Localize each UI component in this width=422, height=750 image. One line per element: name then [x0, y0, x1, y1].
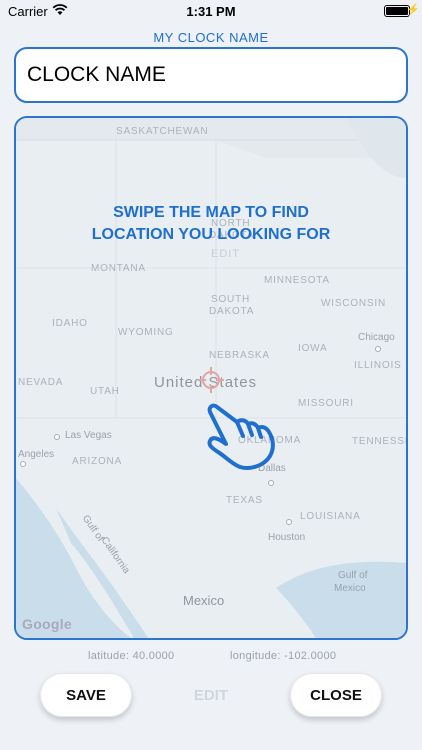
- map-dot-houston: [286, 519, 292, 525]
- longitude-readout: longitude: -102.0000: [230, 650, 337, 662]
- map-dot-las-vegas: [54, 434, 60, 440]
- charging-bolt-icon: ⚡: [406, 4, 420, 16]
- map-label-arizona: ARIZONA: [72, 456, 123, 467]
- map-label-las-vegas: Las Vegas: [65, 430, 112, 441]
- map-label-gulf-of-mexico-1: Gulf of: [338, 570, 368, 581]
- map-dot-angeles: [20, 461, 26, 467]
- map-label-saskatchewan: SASKATCHEWAN: [116, 126, 209, 137]
- map-label-mexico: Mexico: [183, 593, 225, 608]
- clock-name-heading: MY CLOCK NAME: [153, 30, 269, 45]
- map-dot-dallas: [268, 480, 274, 486]
- map-label-illinois: ILLINOIS: [354, 360, 402, 371]
- map-label-louisiana: LOUISIANA: [300, 511, 361, 522]
- map-instruction-line-2: LOCATION YOU LOOKING FOR: [91, 226, 331, 243]
- map-label-tennessee: TENNESSEE: [352, 436, 406, 447]
- map-label-montana: MONTANA: [91, 263, 146, 274]
- map-dot-chicago: [375, 346, 381, 352]
- map-label-edit-ghost: EDIT: [211, 248, 241, 260]
- map-label-missouri: MISSOURI: [298, 398, 354, 409]
- edit-button[interactable]: EDIT: [165, 673, 257, 717]
- clock-name-input[interactable]: CLOCK NAME: [14, 47, 408, 103]
- map-label-idaho: IDAHO: [52, 318, 88, 329]
- map-label-texas: TEXAS: [226, 495, 263, 506]
- save-button[interactable]: SAVE: [40, 673, 132, 717]
- map-label-wyoming: WYOMING: [118, 327, 174, 338]
- close-button[interactable]: CLOSE: [290, 673, 382, 717]
- map-label-nebraska: NEBRASKA: [209, 350, 270, 361]
- map-label-gulf-of-mexico-2: Mexico: [334, 583, 366, 594]
- status-bar: Carrier 1:31 PM ⚡: [0, 0, 422, 22]
- map-label-wisconsin: WISCONSIN: [321, 298, 386, 309]
- status-time: 1:31 PM: [186, 4, 236, 19]
- map-label-nevada: NEVADA: [18, 377, 64, 388]
- map-label-utah: UTAH: [90, 386, 120, 397]
- latitude-readout: latitude: 40.0000: [88, 650, 175, 662]
- map-label-chicago: Chicago: [358, 332, 395, 343]
- map-instruction-line-1: SWIPE THE MAP TO FIND: [113, 204, 309, 221]
- map-view[interactable]: SASKATCHEWAN NORTH DAKOTA MONTANA MINNES…: [14, 116, 408, 640]
- map-label-houston: Houston: [268, 532, 306, 543]
- map-label-iowa: IOWA: [298, 343, 328, 354]
- map-label-angeles: Angeles: [18, 449, 55, 460]
- map-label-minnesota: MINNESOTA: [264, 275, 330, 286]
- map-label-south-dakota-2: DAKOTA: [209, 306, 255, 317]
- google-attribution: Google: [22, 616, 73, 632]
- map-instruction: SWIPE THE MAP TO FIND LOCATION YOU LOOKI…: [16, 202, 406, 246]
- map-label-south-dakota-1: SOUTH: [211, 294, 250, 305]
